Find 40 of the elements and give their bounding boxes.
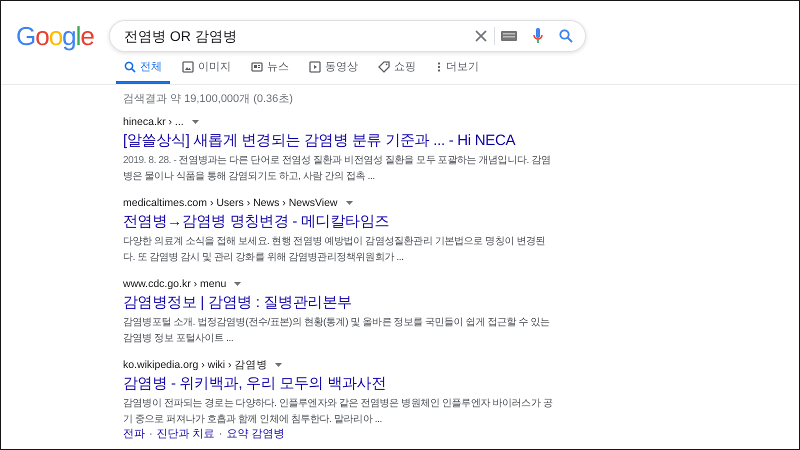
tab[interactable]: 전체	[116, 58, 170, 84]
microphone-icon[interactable]	[533, 28, 543, 44]
caret-icon[interactable]	[192, 120, 199, 124]
caret-icon[interactable]	[275, 363, 282, 367]
sitelink[interactable]: 요약 감염병	[226, 428, 284, 441]
sitelink[interactable]: 전파	[123, 428, 145, 441]
result-snippet: 다양한 의료계 소식을 접해 보세요. 현행 전염병 예방법이 감염성질환관리 기본법으로 명칭이 변경된다. 또 감염병 감시 및 관리 강화를 위해 감염병관리정책위원회가 ...	[123, 235, 546, 265]
result-snippet: 2019. 8. 28. - 전염병과는 다른 단어로 전염성 질환과 비전염성 질환을 모두 포괄하는 개념입니다. 감염병은 물이나 식품을 통해 감염되기도 하고, 사람 간의 접촉 ...	[123, 154, 552, 184]
caret-icon[interactable]	[234, 282, 242, 286]
result-url: www.cdc.go.kr › menu	[123, 277, 226, 291]
result-url: ko.wikipedia.org › wiki › 감염병	[123, 358, 268, 372]
separator: ·	[149, 428, 153, 441]
result-snippet: 감염병포털 소개. 법정감염병(전수/표본)의 현황(통계) 및 올바른 정보를 국민들이 쉽게 접근할 수 있는 감염병 정보 포털사이트 ...	[123, 316, 551, 346]
separator: ·	[218, 428, 222, 441]
tab[interactable]: 쇼핑	[370, 58, 424, 84]
tab[interactable]: 동영상	[301, 58, 366, 84]
caret-icon[interactable]	[346, 201, 353, 205]
result-title-link[interactable]: [알쓸상식] 새롭게 변경되는 감염병 분류 기준과 ... - Hi NECA	[123, 131, 516, 150]
search-icon[interactable]	[559, 29, 573, 43]
image-icon	[182, 60, 194, 73]
tag-icon	[378, 60, 390, 73]
sitelink[interactable]: 진단과 치료	[156, 428, 215, 441]
close-icon[interactable]	[474, 29, 488, 43]
search-icon	[124, 60, 136, 73]
result-url: medicaltimes.com › Users › News › NewsView	[123, 196, 338, 210]
result-title-link[interactable]: 전염병→감염병 명칭변경 - 메디칼타임즈	[123, 212, 390, 231]
result-stats: 검색결과 약 19,100,000개 (0.36초)	[123, 92, 294, 106]
result-url: hineca.kr › ...	[123, 115, 184, 129]
play-icon	[309, 60, 321, 73]
tab[interactable]: 더보기	[428, 58, 487, 84]
tab[interactable]: 뉴스	[243, 58, 297, 84]
more-icon	[436, 60, 442, 73]
result-title-link[interactable]: 감염병정보 | 감염병 : 질병관리본부	[123, 293, 352, 312]
tab[interactable]: 이미지	[174, 58, 239, 84]
search-field[interactable]: 전염병 OR 감염병	[109, 20, 586, 52]
result-snippet: 감염병이 전파되는 경로는 다양하다. 인플루엔자와 같은 전염병은 병원체인 인플루엔자 바이러스가 공기 중으로 퍼져나가 호흡과 함께 인체에 침투한다. 말라리아 ...	[123, 397, 553, 427]
google-logo[interactable]: Google	[16, 20, 109, 52]
result-title-link[interactable]: 감염병 - 위키백과, 우리 모두의 백과사전	[123, 374, 386, 393]
keyboard-icon[interactable]	[501, 31, 517, 41]
newspaper-icon	[251, 60, 263, 73]
